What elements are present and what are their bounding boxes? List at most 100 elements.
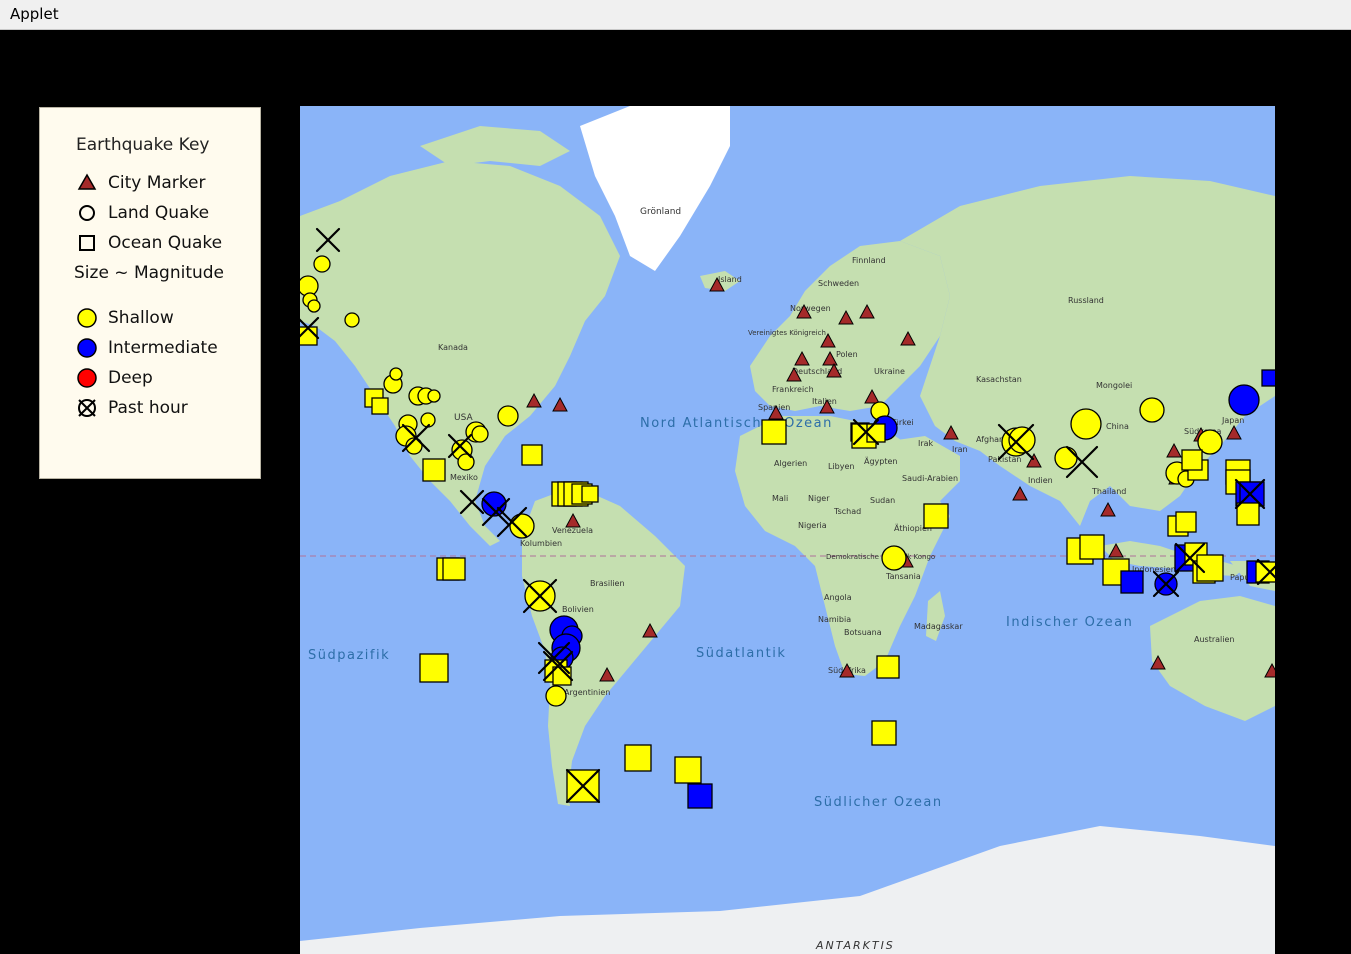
earthquake-key: Earthquake Key City Marker Land Quake Oc…: [39, 107, 261, 479]
label-southern-ocean: Südlicher Ozean: [814, 795, 943, 810]
label-angola: Angola: [824, 593, 852, 602]
key-row-past-hour: Past hour: [76, 397, 188, 419]
label-chad: Tschad: [833, 507, 861, 516]
label-thailand: Thailand: [1091, 487, 1126, 496]
label-norway: Norwegen: [790, 304, 831, 313]
label-antarctica: ANTARKTIS: [815, 939, 895, 952]
label-iceland: Island: [718, 275, 742, 284]
label-mexico: Mexiko: [450, 473, 478, 482]
label-australia: Australien: [1194, 635, 1234, 644]
land-quake: [509, 513, 535, 539]
label-libya: Libyen: [828, 462, 854, 471]
label-bolivia: Bolivien: [562, 605, 594, 614]
key-row-deep: Deep: [76, 367, 153, 389]
past-hour-icon: [78, 399, 96, 417]
label-kazakhstan: Kasachstan: [976, 375, 1022, 384]
key-intermediate-label: Intermediate: [108, 338, 218, 358]
key-shallow-label: Shallow: [108, 308, 174, 328]
intermediate-icon: [77, 338, 97, 358]
ocean-quake: [521, 444, 543, 466]
label-colombia: Kolumbien: [520, 539, 562, 548]
ocean-quake: [687, 783, 713, 809]
land-quake: [545, 685, 567, 707]
land-quake: [1139, 397, 1165, 423]
label-botswana: Botsuana: [844, 628, 882, 637]
label-canada: Kanada: [438, 343, 468, 352]
land-quake: [1228, 384, 1260, 416]
label-iran: Iran: [952, 445, 968, 454]
label-poland: Polen: [836, 350, 858, 359]
label-indian-ocean: Indischer Ozean: [1006, 615, 1133, 630]
label-china: China: [1106, 422, 1129, 431]
ocean-quake: [1079, 534, 1105, 560]
label-nigeria: Nigeria: [798, 521, 827, 530]
key-row-city: City Marker: [76, 172, 205, 194]
ocean-quake: [1261, 369, 1275, 387]
key-city-label: City Marker: [108, 173, 206, 193]
key-land-label: Land Quake: [108, 203, 210, 223]
ocean-quake: [1175, 511, 1197, 533]
ocean-quake: [674, 756, 702, 784]
ocean-quake: [761, 419, 787, 445]
ocean-quake-icon: [79, 235, 95, 251]
label-brazil: Brasilien: [590, 579, 625, 588]
label-drc: Demokratische Republik Kongo: [826, 553, 935, 561]
label-algeria: Algerien: [774, 459, 807, 468]
ocean-quake: [876, 655, 900, 679]
ocean-quake: [923, 503, 949, 529]
label-mongolia: Mongolei: [1096, 381, 1132, 390]
label-iraq: Irak: [918, 439, 934, 448]
ocean-quake: [371, 397, 389, 415]
land-quake-icon: [79, 205, 95, 221]
label-egypt: Ägypten: [864, 456, 898, 466]
label-argentina: Argentinien: [564, 688, 610, 697]
label-madagascar: Madagaskar: [914, 622, 963, 631]
ocean-quake: [866, 423, 886, 443]
label-namibia: Namibia: [818, 615, 851, 624]
label-south-pacific: Südpazifik: [308, 648, 390, 663]
shallow-icon: [77, 308, 97, 328]
land-quake: [1070, 408, 1102, 440]
ocean-quake: [1236, 502, 1260, 526]
label-saudi: Saudi-Arabien: [902, 474, 958, 483]
land-quake: [1054, 446, 1078, 470]
key-row-ocean: Ocean Quake: [76, 232, 222, 254]
ocean-quake: [422, 458, 446, 482]
label-sudan: Sudan: [870, 496, 895, 505]
label-sweden: Schweden: [818, 279, 859, 288]
label-mali: Mali: [772, 494, 788, 503]
key-row-shallow: Shallow: [76, 307, 174, 329]
ocean-quake: [1181, 449, 1203, 471]
ocean-quake: [581, 485, 599, 503]
label-india: Indien: [1028, 476, 1053, 485]
ocean-quake: [442, 557, 466, 581]
label-japan: Japan: [1221, 416, 1244, 425]
label-north-atlantic: Nord Atlantischer Ozean: [640, 416, 833, 431]
world-map[interactable]: Grönland Island Finnland Schweden Norweg…: [300, 106, 1275, 954]
label-finland: Finnland: [852, 256, 886, 265]
label-niger: Niger: [808, 494, 830, 503]
key-title: Earthquake Key: [76, 135, 210, 155]
label-usa: USA: [454, 413, 473, 423]
label-france: Frankreich: [772, 385, 814, 394]
land-quake: [313, 255, 331, 273]
land-quake: [881, 545, 907, 571]
land-quake: [389, 367, 403, 381]
ocean-quake: [419, 653, 449, 683]
label-russia: Russland: [1068, 296, 1104, 305]
ocean-quake: [1120, 570, 1144, 594]
label-tanzania: Tansania: [885, 572, 921, 581]
land-quake: [307, 299, 321, 313]
key-row-intermediate: Intermediate: [76, 337, 218, 359]
key-row-land: Land Quake: [76, 202, 209, 224]
label-uk: Vereinigtes Königreich: [748, 329, 826, 337]
key-size-note: Size ~ Magnitude: [74, 263, 225, 283]
label-ukraine: Ukraine: [874, 367, 905, 376]
ocean-quake: [871, 720, 897, 746]
key-past-hour-label: Past hour: [108, 398, 188, 418]
city-marker-icon: [77, 173, 97, 190]
ocean-quake: [624, 744, 652, 772]
label-greenland: Grönland: [640, 207, 681, 217]
window-title: Applet: [10, 5, 59, 23]
ocean-quake: [1255, 561, 1275, 583]
